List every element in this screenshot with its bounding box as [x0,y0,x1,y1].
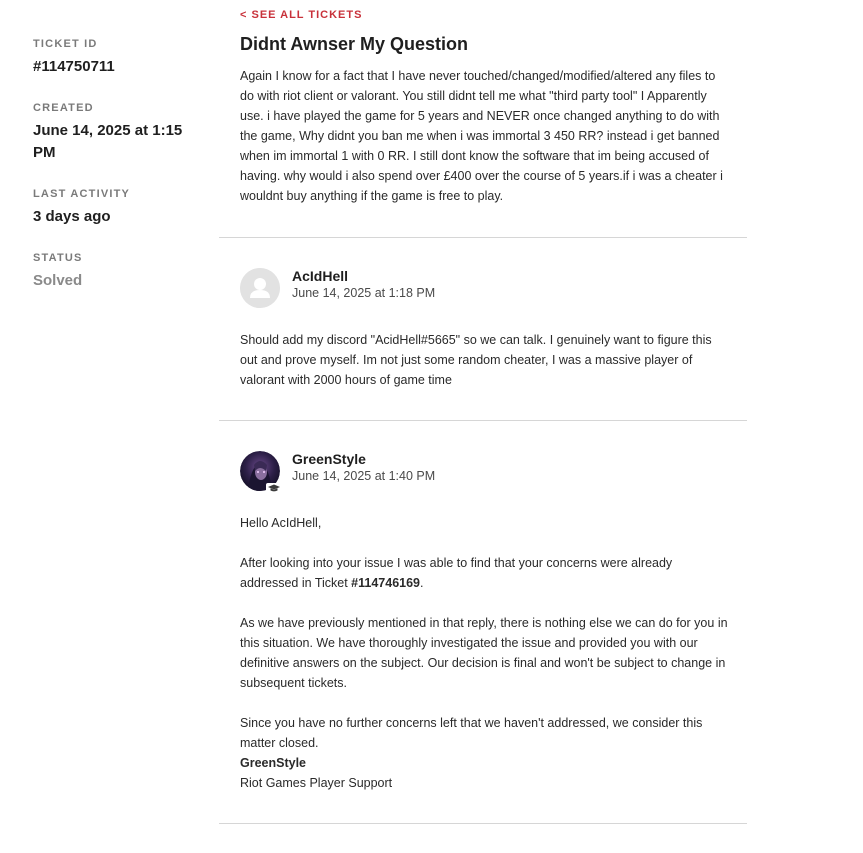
created-label: CREATED [33,102,94,114]
paragraph-1-prefix: After looking into your issue I was able… [240,556,673,590]
signature-name-text: GreenStyle [240,756,307,770]
last-activity-value: 3 days ago [33,208,111,225]
status-value: Solved [33,272,83,289]
ticket-id-label: TICKET ID [33,38,98,50]
divider [219,237,747,238]
graduation-cap-icon [266,483,282,493]
divider [219,420,747,421]
paragraph-1-suffix: . [420,576,424,590]
ticket-meta-sidebar: TICKET ID #114750711 CREATED June 14, 20… [33,38,193,316]
comment-item: AcIdHell June 14, 2025 at 1:18 PM Should… [240,268,730,398]
paragraph-2: As we have previously mentioned in that … [240,616,728,690]
ticket-id-value: #114750711 [33,58,115,75]
last-activity-label: LAST ACTIVITY [33,188,131,200]
created-value: June 14, 2025 at 1:15 PM [33,122,183,161]
comment-body: Hello AcIdHell, After looking into your … [240,513,730,793]
signature-team: Riot Games Player Support [240,776,393,790]
paragraph-3: Since you have no further concerns left … [240,716,703,750]
comment-date: June 14, 2025 at 1:40 PM [292,469,436,483]
status-label: STATUS [33,252,83,264]
comment-author: AcIdHell [292,268,349,284]
comment-body: Should add my discord "AcidHell#5665" so… [240,330,730,390]
ticket-description: Again I know for a fact that I have neve… [240,69,723,203]
referenced-ticket-link[interactable]: #114746169 [351,576,420,590]
paragraph-1: After looking into your issue I was able… [240,553,730,593]
user-silhouette-icon [240,268,280,308]
divider [219,823,747,824]
comment-text: Should add my discord "AcidHell#5665" so… [240,333,712,387]
signature-name: GreenStyle [240,753,730,773]
see-all-tickets-link[interactable]: < SEE ALL TICKETS [240,9,362,21]
comment-date: June 14, 2025 at 1:18 PM [292,286,436,300]
comment-item: GreenStyle June 14, 2025 at 1:40 PM Hell… [240,451,730,811]
ticket-title: Didnt Awnser My Question [240,34,469,54]
comment-author: GreenStyle [292,451,366,467]
greeting-text: Hello AcIdHell, [240,516,322,530]
